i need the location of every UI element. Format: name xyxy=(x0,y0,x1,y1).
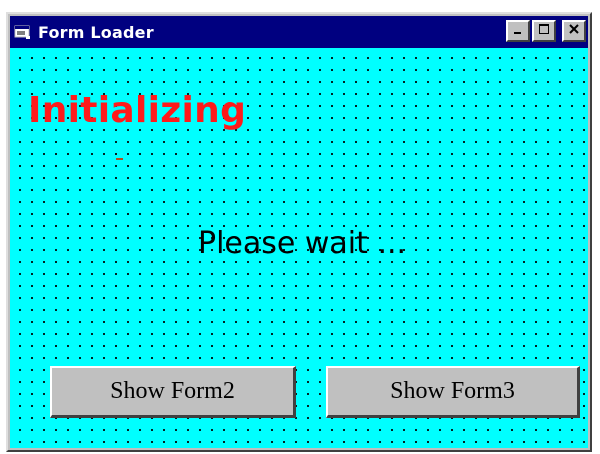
window-title: Form Loader xyxy=(38,22,154,42)
form-client-area: Initializing Please wait ... Show Form2 … xyxy=(10,48,588,448)
maximize-icon xyxy=(538,22,550,40)
app-window-icon[interactable] xyxy=(14,24,32,40)
close-icon xyxy=(568,22,580,40)
form-loader-window: Form Loader Initializing Please wait ... xyxy=(6,12,592,452)
status-heading: Initializing xyxy=(28,90,247,131)
maximize-button[interactable] xyxy=(532,20,556,42)
title-bar[interactable]: Form Loader xyxy=(10,16,588,48)
show-form3-button[interactable]: Show Form3 xyxy=(326,366,580,418)
wait-message: Please wait ... xyxy=(198,226,407,261)
close-button[interactable] xyxy=(562,20,586,42)
window-controls xyxy=(506,20,586,42)
show-form2-button[interactable]: Show Form2 xyxy=(50,366,296,418)
minimize-button[interactable] xyxy=(506,20,530,42)
minimize-icon xyxy=(512,22,524,40)
small-dash-mark xyxy=(116,158,123,160)
